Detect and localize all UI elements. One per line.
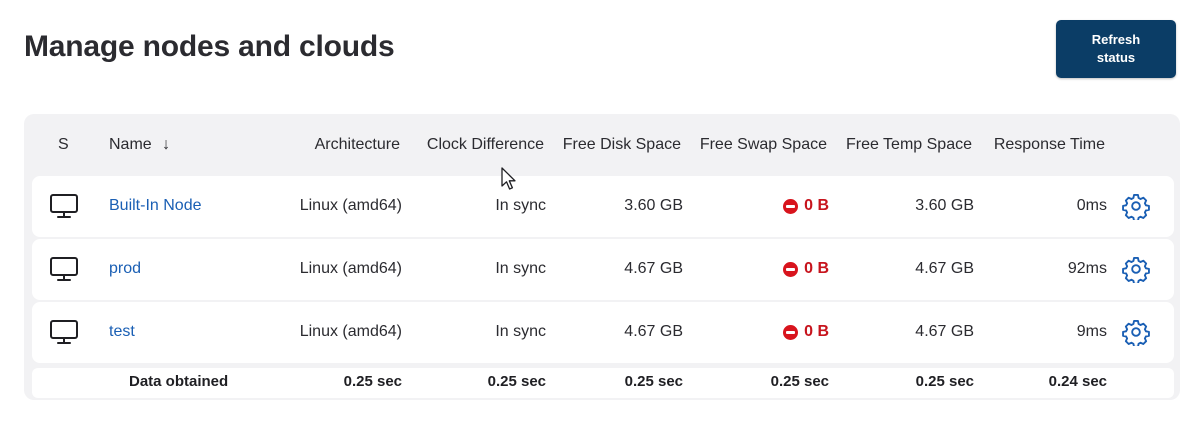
cell-architecture: Linux (amd64)	[299, 323, 402, 340]
gear-icon[interactable]	[1122, 255, 1150, 283]
cell-clock-difference: In sync	[495, 323, 546, 340]
table-row: Built-In Node Linux (amd64) In sync 3.60…	[32, 176, 1174, 237]
cell-free-swap-space: 0 B	[783, 260, 829, 278]
refresh-label-line2: status	[1096, 50, 1136, 65]
nodes-table: S Name ↓ Architecture Clock Difference F…	[24, 114, 1180, 400]
column-clock-difference[interactable]: Clock Difference	[427, 136, 544, 154]
stop-icon	[783, 324, 799, 340]
stop-icon	[783, 198, 799, 214]
footer-free-swap-space: 0.25 sec	[770, 373, 829, 390]
stop-icon	[783, 261, 799, 277]
table-row: test Linux (amd64) In sync 4.67 GB 0 B 4…	[32, 302, 1174, 363]
node-link-test[interactable]: test	[109, 323, 135, 341]
node-link-built-in[interactable]: Built-In Node	[109, 197, 202, 215]
node-link-prod[interactable]: prod	[109, 260, 141, 278]
gear-icon[interactable]	[1122, 318, 1150, 346]
monitor-icon	[50, 194, 78, 218]
table-row: prod Linux (amd64) In sync 4.67 GB 0 B 4…	[32, 239, 1174, 300]
cell-architecture: Linux (amd64)	[299, 197, 402, 214]
cell-free-disk-space: 4.67 GB	[624, 260, 683, 277]
gear-icon[interactable]	[1122, 192, 1150, 220]
mouse-pointer-icon	[501, 167, 516, 190]
cell-response-time: 92ms	[1067, 260, 1107, 277]
table-header: S Name ↓ Architecture Clock Difference F…	[24, 114, 1180, 178]
footer-free-disk-space: 0.25 sec	[624, 373, 683, 390]
column-free-temp-space[interactable]: Free Temp Space	[846, 136, 972, 154]
footer-clock-difference: 0.25 sec	[487, 373, 546, 390]
monitor-icon	[50, 320, 78, 344]
sort-down-icon: ↓	[162, 136, 171, 153]
column-free-disk-space[interactable]: Free Disk Space	[563, 136, 681, 154]
monitor-icon	[50, 257, 78, 281]
cell-free-swap-space: 0 B	[783, 323, 829, 341]
column-status[interactable]: S	[58, 136, 69, 154]
swap-value: 0 B	[804, 323, 829, 340]
table-footer: Data obtained 0.25 sec 0.25 sec 0.25 sec…	[32, 368, 1174, 398]
column-free-swap-space[interactable]: Free Swap Space	[700, 136, 827, 154]
cell-free-temp-space: 4.67 GB	[915, 260, 974, 277]
cell-free-swap-space: 0 B	[783, 197, 829, 215]
page-title: Manage nodes and clouds	[24, 30, 395, 63]
cell-free-temp-space: 3.60 GB	[915, 197, 974, 214]
cell-free-disk-space: 3.60 GB	[624, 197, 683, 214]
footer-free-temp-space: 0.25 sec	[915, 373, 974, 390]
cell-architecture: Linux (amd64)	[299, 260, 402, 277]
cell-free-disk-space: 4.67 GB	[624, 323, 683, 340]
footer-label: Data obtained	[129, 373, 229, 390]
cell-free-temp-space: 4.67 GB	[915, 323, 974, 340]
swap-value: 0 B	[804, 197, 829, 214]
refresh-label-line1: Refresh	[1091, 32, 1141, 47]
column-response-time[interactable]: Response Time	[994, 136, 1105, 154]
cell-clock-difference: In sync	[495, 260, 546, 277]
footer-architecture: 0.25 sec	[343, 373, 402, 390]
cell-clock-difference: In sync	[495, 197, 546, 214]
refresh-status-button[interactable]: Refresh status	[1056, 20, 1176, 78]
column-name[interactable]: Name ↓	[109, 136, 170, 154]
swap-value: 0 B	[804, 260, 829, 277]
column-architecture[interactable]: Architecture	[315, 136, 400, 154]
footer-response-time: 0.24 sec	[1048, 373, 1107, 390]
cell-response-time: 0ms	[1076, 197, 1107, 214]
cell-response-time: 9ms	[1076, 323, 1107, 340]
column-name-label: Name	[109, 136, 152, 153]
